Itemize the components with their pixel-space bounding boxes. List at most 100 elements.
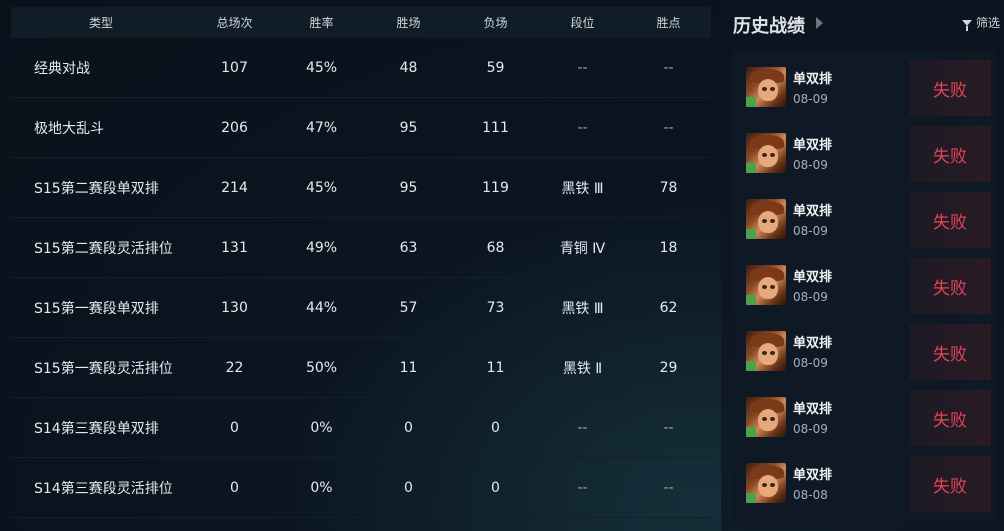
cell-wins: 48 — [399, 59, 418, 76]
match-result: 失败 — [909, 126, 991, 182]
cell-rank: 青铜 Ⅳ — [559, 240, 606, 257]
cell-winrate: 49% — [305, 239, 338, 256]
history-title[interactable]: 历史战绩 — [733, 12, 805, 38]
match-mode: 单双排 — [793, 138, 833, 153]
cell-rank: -- — [577, 119, 588, 136]
match-mode: 单双排 — [793, 270, 833, 285]
match-result: 失败 — [909, 192, 991, 248]
cell-rank: -- — [577, 59, 588, 76]
history-header: 历史战绩 筛选 — [721, 0, 1004, 46]
col-header-lp[interactable]: 胜点 — [626, 14, 711, 31]
ranked-stats-table: 类型 总场次 胜率 胜场 负场 段位 胜点 经典对战 107 45% 48 59… — [11, 7, 711, 531]
level-badge-icon — [746, 361, 756, 371]
cell-type: S15第二赛段灵活排位 — [34, 240, 173, 257]
match-item[interactable]: 单双排 08-08 失败 — [733, 448, 996, 514]
cell-wins: 0 — [404, 479, 413, 496]
cell-winrate: 44% — [305, 299, 338, 316]
cell-type: S15第二赛段单双排 — [34, 180, 159, 197]
col-header-wins[interactable]: 胜场 — [365, 14, 452, 31]
cell-lp: 62 — [659, 299, 678, 316]
match-result: 失败 — [909, 390, 991, 446]
cell-type: 极地大乱斗 — [34, 120, 104, 137]
match-mode: 单双排 — [793, 336, 833, 351]
filter-icon — [961, 19, 972, 31]
cell-total: 131 — [221, 239, 248, 256]
level-badge-icon — [746, 97, 756, 107]
match-item[interactable]: 单双排 08-09 失败 — [733, 382, 996, 448]
table-row: S15第一赛段灵活排位 22 50% 11 11 黑铁 Ⅱ 29 — [11, 338, 711, 398]
chevron-right-icon[interactable] — [816, 17, 823, 29]
cell-type: S15第一赛段灵活排位 — [34, 360, 173, 377]
col-header-winrate[interactable]: 胜率 — [278, 14, 365, 31]
match-result: 失败 — [909, 456, 991, 512]
cell-lp: 18 — [659, 239, 678, 256]
col-header-total[interactable]: 总场次 — [191, 14, 278, 31]
cell-total: 0 — [230, 419, 239, 436]
match-history-panel: 历史战绩 筛选 单双排 08-09 失败 单双排 08-09 失败 单双排 08… — [721, 0, 1004, 531]
col-header-type[interactable]: 类型 — [11, 14, 191, 31]
match-date: 08-09 — [793, 92, 828, 106]
cell-rank: -- — [577, 419, 588, 436]
match-result: 失败 — [909, 324, 991, 380]
cell-losses: 68 — [486, 239, 505, 256]
cell-lp: 78 — [659, 179, 678, 196]
cell-wins: 0 — [404, 419, 413, 436]
match-mode: 单双排 — [793, 468, 833, 483]
match-item[interactable]: 单双排 08-09 失败 — [733, 118, 996, 184]
col-header-rank[interactable]: 段位 — [539, 14, 626, 31]
cell-total: 206 — [221, 119, 248, 136]
cell-losses: 111 — [482, 119, 509, 136]
cell-winrate: 0% — [310, 419, 333, 436]
level-badge-icon — [746, 163, 756, 173]
filter-label: 筛选 — [975, 16, 1000, 30]
cell-total: 214 — [221, 179, 248, 196]
cell-lp: -- — [663, 479, 674, 496]
match-item[interactable]: 单双排 08-09 失败 — [733, 250, 996, 316]
match-result: 失败 — [909, 258, 991, 314]
cell-wins: 95 — [399, 119, 418, 136]
level-badge-icon — [746, 229, 756, 239]
table-row: S15第二赛段灵活排位 131 49% 63 68 青铜 Ⅳ 18 — [11, 218, 711, 278]
col-header-losses[interactable]: 负场 — [452, 14, 539, 31]
cell-type: S14第三赛段灵活排位 — [34, 480, 173, 497]
cell-losses: 11 — [486, 359, 505, 376]
match-date: 08-08 — [793, 488, 828, 502]
match-result: 失败 — [909, 60, 991, 116]
match-list: 单双排 08-09 失败 单双排 08-09 失败 单双排 08-09 失败 单… — [733, 52, 996, 523]
cell-rank: 黑铁 Ⅲ — [561, 180, 604, 197]
match-date: 08-09 — [793, 356, 828, 370]
cell-lp: 29 — [659, 359, 678, 376]
match-date: 08-09 — [793, 290, 828, 304]
match-item[interactable]: 单双排 08-09 失败 — [733, 184, 996, 250]
cell-wins: 57 — [399, 299, 418, 316]
match-mode: 单双排 — [793, 402, 833, 417]
table-row: 经典对战 107 45% 48 59 -- -- — [11, 38, 711, 98]
table-row: S14第三赛段单双排 0 0% 0 0 -- -- — [11, 398, 711, 458]
cell-lp: -- — [663, 59, 674, 76]
cell-losses: 59 — [486, 59, 505, 76]
cell-total: 130 — [221, 299, 248, 316]
match-item[interactable]: 单双排 08-09 失败 — [733, 316, 996, 382]
cell-wins: 63 — [399, 239, 418, 256]
table-row: S15第二赛段单双排 214 45% 95 119 黑铁 Ⅲ 78 — [11, 158, 711, 218]
cell-rank: -- — [577, 479, 588, 496]
cell-type: S15第一赛段单双排 — [34, 300, 159, 317]
cell-winrate: 0% — [310, 479, 333, 496]
cell-winrate: 47% — [305, 119, 338, 136]
cell-wins: 95 — [399, 179, 418, 196]
cell-lp: -- — [663, 419, 674, 436]
match-item[interactable]: 单双排 08-09 失败 — [733, 52, 996, 118]
cell-winrate: 50% — [305, 359, 338, 376]
filter-button[interactable]: 筛选 — [961, 14, 1000, 31]
level-badge-icon — [746, 427, 756, 437]
cell-rank: 黑铁 Ⅱ — [562, 360, 603, 377]
cell-wins: 11 — [399, 359, 418, 376]
cell-losses: 119 — [482, 179, 509, 196]
cell-total: 22 — [225, 359, 244, 376]
cell-total: 107 — [221, 59, 248, 76]
match-date: 08-09 — [793, 422, 828, 436]
cell-type: S14第三赛段单双排 — [34, 420, 159, 437]
match-mode: 单双排 — [793, 204, 833, 219]
cell-winrate: 45% — [305, 179, 338, 196]
cell-total: 0 — [230, 479, 239, 496]
